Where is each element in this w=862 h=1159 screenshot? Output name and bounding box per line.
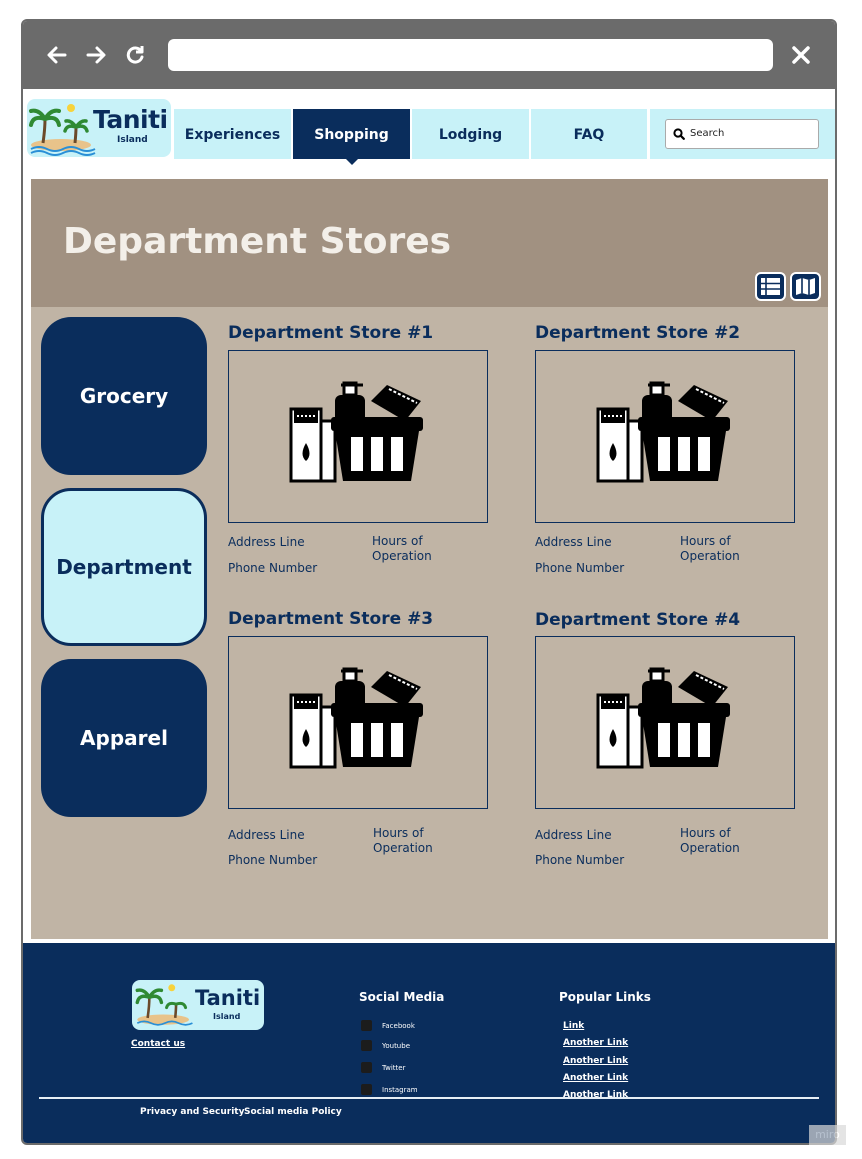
facebook-link[interactable]: Facebook xyxy=(361,1020,415,1031)
instagram-label: Instagram xyxy=(382,1085,418,1094)
popular-link[interactable]: Another Link xyxy=(563,1056,628,1066)
store-image[interactable] xyxy=(535,350,795,523)
category-apparel-button[interactable]: Apparel xyxy=(41,659,207,817)
contact-link[interactable]: Contact us xyxy=(131,1039,185,1049)
watermark: miro xyxy=(809,1125,846,1145)
browser-toolbar xyxy=(23,21,835,89)
popular-link[interactable]: Another Link xyxy=(563,1073,628,1083)
store-phone: Phone Number xyxy=(535,561,625,575)
shopping-basket-icon xyxy=(596,667,730,769)
youtube-link[interactable]: Youtube xyxy=(361,1040,410,1051)
content-area: Grocery Department Apparel Department St… xyxy=(31,307,828,939)
store-address: Address Line xyxy=(535,828,612,842)
tab-shopping[interactable]: Shopping xyxy=(293,109,410,165)
twitter-icon xyxy=(361,1062,372,1073)
footer-logo-subtitle: Island xyxy=(213,1012,241,1021)
main-nav: Experiences Shopping Lodging FAQ Search xyxy=(174,109,835,165)
youtube-icon xyxy=(361,1040,372,1051)
facebook-label: Facebook xyxy=(382,1021,415,1030)
store-hours: Hours of Operation xyxy=(680,826,740,855)
palm-island-icon xyxy=(135,984,193,1026)
palm-island-icon xyxy=(29,104,96,156)
store-phone: Phone Number xyxy=(228,853,318,867)
social-policy-link[interactable]: Social media Policy xyxy=(244,1107,342,1117)
twitter-label: Twitter xyxy=(382,1063,406,1072)
footer-divider xyxy=(39,1097,819,1099)
store-hours: Hours of Operation xyxy=(373,826,433,855)
store-address: Address Line xyxy=(228,828,305,842)
map-view-icon[interactable] xyxy=(790,272,821,301)
store-title[interactable]: Department Store #2 xyxy=(535,323,740,343)
store-title[interactable]: Department Store #4 xyxy=(535,610,740,630)
instagram-link[interactable]: Instagram xyxy=(361,1084,418,1095)
forward-icon[interactable] xyxy=(82,41,110,69)
store-image[interactable] xyxy=(535,636,795,809)
popular-links-heading: Popular Links xyxy=(559,990,651,1004)
site-footer: Taniti Island Contact us Social Media Fa… xyxy=(23,943,835,1143)
facebook-icon xyxy=(361,1020,372,1031)
store-hours: Hours of Operation xyxy=(372,534,432,563)
store-address: Address Line xyxy=(535,535,612,549)
search-icon xyxy=(673,128,685,140)
logo-title: Taniti xyxy=(93,105,168,134)
store-phone: Phone Number xyxy=(228,561,318,575)
shopping-basket-icon xyxy=(289,667,423,769)
address-bar[interactable] xyxy=(168,39,773,71)
tab-experiences[interactable]: Experiences xyxy=(174,109,291,159)
search-placeholder: Search xyxy=(690,128,725,139)
site-logo[interactable]: Taniti Island xyxy=(27,99,171,157)
store-hours: Hours of Operation xyxy=(680,534,740,563)
instagram-icon xyxy=(361,1084,372,1095)
back-icon[interactable] xyxy=(43,41,71,69)
shopping-basket-icon xyxy=(289,381,423,483)
privacy-link[interactable]: Privacy and Security xyxy=(140,1107,244,1117)
footer-logo-title: Taniti xyxy=(195,986,261,1010)
logo-subtitle: Island xyxy=(117,135,148,145)
close-icon[interactable] xyxy=(787,39,815,71)
store-image[interactable] xyxy=(228,636,488,809)
browser-window: Taniti Island Experiences Shopping Lodgi… xyxy=(21,19,837,1145)
category-department-button[interactable]: Department xyxy=(41,488,207,646)
category-grocery-button[interactable]: Grocery xyxy=(41,317,207,475)
list-view-icon[interactable] xyxy=(755,272,786,301)
store-address: Address Line xyxy=(228,535,305,549)
youtube-label: Youtube xyxy=(382,1041,410,1050)
store-title[interactable]: Department Store #1 xyxy=(228,323,433,343)
footer-logo[interactable]: Taniti Island xyxy=(132,980,264,1030)
search-input[interactable]: Search xyxy=(665,119,819,149)
tab-lodging[interactable]: Lodging xyxy=(412,109,529,159)
reload-icon[interactable] xyxy=(121,41,149,69)
popular-link[interactable]: Link xyxy=(563,1021,584,1031)
store-image[interactable] xyxy=(228,350,488,523)
popular-link[interactable]: Another Link xyxy=(563,1038,628,1048)
page-hero: Department Stores xyxy=(31,179,828,307)
store-title[interactable]: Department Store #3 xyxy=(228,609,433,629)
social-heading: Social Media xyxy=(359,990,445,1004)
tab-faq[interactable]: FAQ xyxy=(531,109,647,159)
search-area: Search xyxy=(650,109,835,159)
page-title: Department Stores xyxy=(63,221,452,262)
shopping-basket-icon xyxy=(596,381,730,483)
twitter-link[interactable]: Twitter xyxy=(361,1062,405,1073)
store-phone: Phone Number xyxy=(535,853,625,867)
